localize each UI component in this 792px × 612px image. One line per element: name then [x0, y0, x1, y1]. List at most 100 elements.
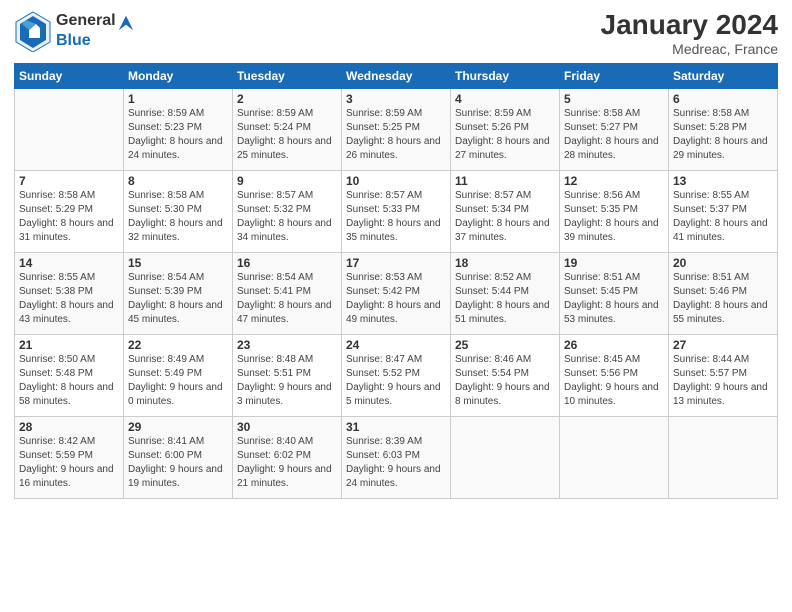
table-row: 14Sunrise: 8:55 AMSunset: 5:38 PMDayligh… — [15, 252, 124, 334]
table-row — [15, 88, 124, 170]
table-row: 9Sunrise: 8:57 AMSunset: 5:32 PMDaylight… — [233, 170, 342, 252]
table-row: 11Sunrise: 8:57 AMSunset: 5:34 PMDayligh… — [451, 170, 560, 252]
col-monday: Monday — [124, 63, 233, 88]
day-number: 18 — [455, 256, 555, 270]
day-number: 28 — [19, 420, 119, 434]
day-number: 23 — [237, 338, 337, 352]
day-info: Sunrise: 8:54 AMSunset: 5:39 PMDaylight:… — [128, 271, 228, 327]
day-info: Sunrise: 8:53 AMSunset: 5:42 PMDaylight:… — [346, 271, 446, 327]
day-number: 24 — [346, 338, 446, 352]
day-number: 21 — [19, 338, 119, 352]
table-row: 7Sunrise: 8:58 AMSunset: 5:29 PMDaylight… — [15, 170, 124, 252]
day-info: Sunrise: 8:42 AMSunset: 5:59 PMDaylight:… — [19, 435, 119, 491]
col-friday: Friday — [560, 63, 669, 88]
logo-general: General — [56, 12, 116, 32]
table-row — [451, 416, 560, 498]
day-number: 31 — [346, 420, 446, 434]
calendar-week-4: 21Sunrise: 8:50 AMSunset: 5:48 PMDayligh… — [15, 334, 778, 416]
table-row — [669, 416, 778, 498]
logo: General Blue — [14, 10, 135, 52]
table-row: 1Sunrise: 8:59 AMSunset: 5:23 PMDaylight… — [124, 88, 233, 170]
day-info: Sunrise: 8:49 AMSunset: 5:49 PMDaylight:… — [128, 353, 228, 409]
day-number: 12 — [564, 174, 664, 188]
day-number: 27 — [673, 338, 773, 352]
table-row: 27Sunrise: 8:44 AMSunset: 5:57 PMDayligh… — [669, 334, 778, 416]
day-number: 15 — [128, 256, 228, 270]
day-info: Sunrise: 8:59 AMSunset: 5:25 PMDaylight:… — [346, 107, 446, 163]
day-number: 8 — [128, 174, 228, 188]
day-number: 6 — [673, 92, 773, 106]
page-container: General Blue January 2024 Medreac, Franc… — [0, 0, 792, 612]
day-info: Sunrise: 8:54 AMSunset: 5:41 PMDaylight:… — [237, 271, 337, 327]
table-row: 26Sunrise: 8:45 AMSunset: 5:56 PMDayligh… — [560, 334, 669, 416]
day-number: 13 — [673, 174, 773, 188]
day-number: 26 — [564, 338, 664, 352]
logo-icon — [14, 10, 52, 52]
day-number: 30 — [237, 420, 337, 434]
day-info: Sunrise: 8:44 AMSunset: 5:57 PMDaylight:… — [673, 353, 773, 409]
table-row: 22Sunrise: 8:49 AMSunset: 5:49 PMDayligh… — [124, 334, 233, 416]
location: Medreac, France — [601, 41, 778, 57]
logo-arrow-icon — [117, 14, 135, 32]
day-number: 1 — [128, 92, 228, 106]
day-info: Sunrise: 8:51 AMSunset: 5:45 PMDaylight:… — [564, 271, 664, 327]
day-number: 11 — [455, 174, 555, 188]
day-number: 5 — [564, 92, 664, 106]
day-info: Sunrise: 8:58 AMSunset: 5:30 PMDaylight:… — [128, 189, 228, 245]
table-row: 25Sunrise: 8:46 AMSunset: 5:54 PMDayligh… — [451, 334, 560, 416]
title-area: January 2024 Medreac, France — [601, 10, 778, 57]
day-info: Sunrise: 8:58 AMSunset: 5:28 PMDaylight:… — [673, 107, 773, 163]
table-row: 19Sunrise: 8:51 AMSunset: 5:45 PMDayligh… — [560, 252, 669, 334]
table-row: 29Sunrise: 8:41 AMSunset: 6:00 PMDayligh… — [124, 416, 233, 498]
header-row: Sunday Monday Tuesday Wednesday Thursday… — [15, 63, 778, 88]
day-info: Sunrise: 8:48 AMSunset: 5:51 PMDaylight:… — [237, 353, 337, 409]
day-number: 16 — [237, 256, 337, 270]
day-number: 3 — [346, 92, 446, 106]
day-info: Sunrise: 8:52 AMSunset: 5:44 PMDaylight:… — [455, 271, 555, 327]
table-row: 12Sunrise: 8:56 AMSunset: 5:35 PMDayligh… — [560, 170, 669, 252]
day-number: 25 — [455, 338, 555, 352]
day-info: Sunrise: 8:40 AMSunset: 6:02 PMDaylight:… — [237, 435, 337, 491]
table-row — [560, 416, 669, 498]
table-row: 17Sunrise: 8:53 AMSunset: 5:42 PMDayligh… — [342, 252, 451, 334]
table-row: 6Sunrise: 8:58 AMSunset: 5:28 PMDaylight… — [669, 88, 778, 170]
table-row: 24Sunrise: 8:47 AMSunset: 5:52 PMDayligh… — [342, 334, 451, 416]
day-number: 9 — [237, 174, 337, 188]
day-info: Sunrise: 8:55 AMSunset: 5:38 PMDaylight:… — [19, 271, 119, 327]
logo-blue: Blue — [56, 32, 135, 50]
table-row: 13Sunrise: 8:55 AMSunset: 5:37 PMDayligh… — [669, 170, 778, 252]
table-row: 16Sunrise: 8:54 AMSunset: 5:41 PMDayligh… — [233, 252, 342, 334]
day-info: Sunrise: 8:45 AMSunset: 5:56 PMDaylight:… — [564, 353, 664, 409]
table-row: 23Sunrise: 8:48 AMSunset: 5:51 PMDayligh… — [233, 334, 342, 416]
day-info: Sunrise: 8:59 AMSunset: 5:24 PMDaylight:… — [237, 107, 337, 163]
table-row: 30Sunrise: 8:40 AMSunset: 6:02 PMDayligh… — [233, 416, 342, 498]
day-info: Sunrise: 8:47 AMSunset: 5:52 PMDaylight:… — [346, 353, 446, 409]
day-number: 22 — [128, 338, 228, 352]
table-row: 28Sunrise: 8:42 AMSunset: 5:59 PMDayligh… — [15, 416, 124, 498]
day-number: 2 — [237, 92, 337, 106]
table-row: 15Sunrise: 8:54 AMSunset: 5:39 PMDayligh… — [124, 252, 233, 334]
table-row: 5Sunrise: 8:58 AMSunset: 5:27 PMDaylight… — [560, 88, 669, 170]
header: General Blue January 2024 Medreac, Franc… — [14, 10, 778, 57]
day-info: Sunrise: 8:59 AMSunset: 5:23 PMDaylight:… — [128, 107, 228, 163]
day-number: 4 — [455, 92, 555, 106]
day-info: Sunrise: 8:46 AMSunset: 5:54 PMDaylight:… — [455, 353, 555, 409]
day-info: Sunrise: 8:39 AMSunset: 6:03 PMDaylight:… — [346, 435, 446, 491]
table-row: 20Sunrise: 8:51 AMSunset: 5:46 PMDayligh… — [669, 252, 778, 334]
calendar-week-3: 14Sunrise: 8:55 AMSunset: 5:38 PMDayligh… — [15, 252, 778, 334]
day-info: Sunrise: 8:58 AMSunset: 5:27 PMDaylight:… — [564, 107, 664, 163]
calendar-week-1: 1Sunrise: 8:59 AMSunset: 5:23 PMDaylight… — [15, 88, 778, 170]
day-info: Sunrise: 8:51 AMSunset: 5:46 PMDaylight:… — [673, 271, 773, 327]
day-info: Sunrise: 8:57 AMSunset: 5:33 PMDaylight:… — [346, 189, 446, 245]
calendar-table: Sunday Monday Tuesday Wednesday Thursday… — [14, 63, 778, 499]
day-info: Sunrise: 8:50 AMSunset: 5:48 PMDaylight:… — [19, 353, 119, 409]
table-row: 3Sunrise: 8:59 AMSunset: 5:25 PMDaylight… — [342, 88, 451, 170]
day-number: 17 — [346, 256, 446, 270]
day-info: Sunrise: 8:57 AMSunset: 5:34 PMDaylight:… — [455, 189, 555, 245]
table-row: 4Sunrise: 8:59 AMSunset: 5:26 PMDaylight… — [451, 88, 560, 170]
col-wednesday: Wednesday — [342, 63, 451, 88]
table-row: 31Sunrise: 8:39 AMSunset: 6:03 PMDayligh… — [342, 416, 451, 498]
col-sunday: Sunday — [15, 63, 124, 88]
day-info: Sunrise: 8:58 AMSunset: 5:29 PMDaylight:… — [19, 189, 119, 245]
col-saturday: Saturday — [669, 63, 778, 88]
